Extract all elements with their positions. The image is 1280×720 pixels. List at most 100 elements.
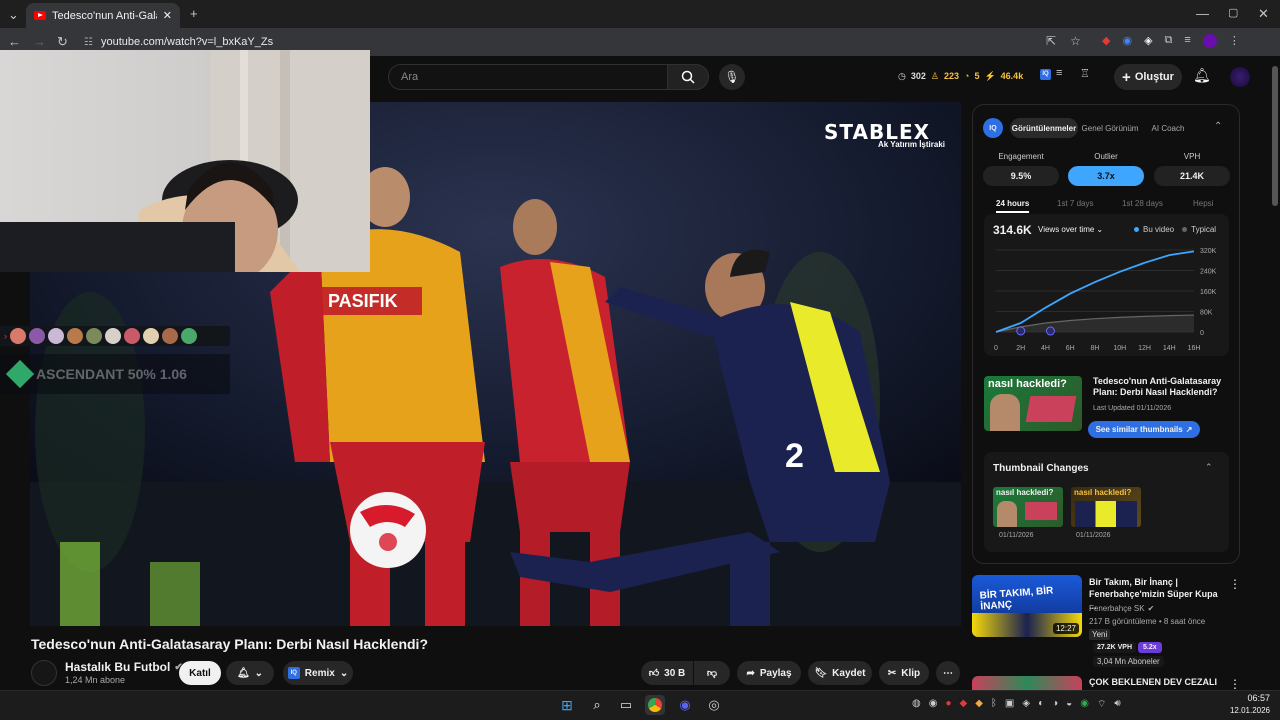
bookmark-star-icon[interactable]: ☆ xyxy=(1070,34,1081,48)
whatsapp-icon[interactable]: ◉ xyxy=(1080,698,1089,711)
back-icon[interactable]: ← xyxy=(8,34,21,49)
network-icon[interactable]: ⌔ xyxy=(1097,698,1106,711)
dislike-button[interactable]: 👎︎ xyxy=(694,661,730,685)
extension-red-icon[interactable]: ◆ xyxy=(1102,34,1110,48)
trophy-icon[interactable]: ♖ xyxy=(1080,67,1090,80)
reading-list-icon[interactable]: ≡ xyxy=(1184,34,1190,48)
extension-blue-icon[interactable]: ◉ xyxy=(1122,34,1132,48)
save-label: Kaydet xyxy=(832,667,866,679)
tray-app-icon[interactable]: ▣ xyxy=(1005,698,1014,711)
share-button[interactable]: ➦ Paylaş xyxy=(737,661,801,685)
recommendation-thumbnail[interactable] xyxy=(972,676,1082,690)
steam-icon[interactable]: ◎ xyxy=(704,695,724,715)
youtube-favicon-icon xyxy=(34,11,46,20)
period-7d[interactable]: 1st 7 days xyxy=(1057,199,1093,208)
svg-text:2: 2 xyxy=(785,437,804,475)
more-vertical-icon[interactable]: ⋮ xyxy=(1229,577,1241,591)
create-button[interactable]: + Oluştur xyxy=(1114,64,1182,90)
bell-icon: 🔔︎ xyxy=(236,667,250,679)
legend-typical: Typical xyxy=(1191,225,1217,234)
notifications-bell-icon[interactable]: 🔔︎ xyxy=(1193,67,1211,84)
thumbnail-preview[interactable]: nasıl hackledi? xyxy=(984,376,1082,431)
like-button[interactable]: 👍︎ 30 B xyxy=(641,661,693,685)
url-text: youtube.com/watch?v=l_bxKaY_Zs xyxy=(100,36,274,48)
tray-app-icon[interactable]: ◆ xyxy=(975,698,983,711)
avatar xyxy=(67,328,83,344)
voice-search-button[interactable]: 🎙 xyxy=(719,64,745,90)
legend-this-video: Bu video xyxy=(1143,225,1175,234)
search-button[interactable] xyxy=(667,64,709,90)
tray-app-icon[interactable]: ◈ xyxy=(1022,698,1030,711)
period-24h[interactable]: 24 hours xyxy=(996,199,1030,213)
tab-ai-coach[interactable]: AI Coach xyxy=(1144,118,1192,138)
channel-avatar[interactable] xyxy=(31,660,57,686)
clip-button[interactable]: ✂ Klip xyxy=(879,661,929,685)
taskbar-search-icon[interactable]: ⌕ xyxy=(587,695,607,715)
join-button[interactable]: Katıl xyxy=(179,661,221,685)
tray-app-icon[interactable]: ◆ xyxy=(960,698,968,711)
search-input[interactable]: Ara xyxy=(388,64,668,90)
x-tick-label: 2H xyxy=(1016,345,1025,352)
tray-discord-icon[interactable]: ◐ xyxy=(1038,698,1044,711)
collapse-chevron-icon[interactable]: ⌃ xyxy=(1205,462,1213,473)
filter-icon[interactable]: ≡ xyxy=(1056,67,1062,79)
forward-icon[interactable]: → xyxy=(33,34,46,49)
recommendation-thumbnail[interactable]: BİR TAKIM, BİR İNANÇ 12:27 xyxy=(972,575,1082,637)
close-window-icon[interactable]: ✕ xyxy=(1258,6,1269,22)
see-similar-label: See similar thumbnails xyxy=(1095,425,1183,434)
new-tab-icon[interactable]: + xyxy=(190,6,198,21)
see-similar-thumbnails-button[interactable]: See similar thumbnails ↗ xyxy=(1088,421,1200,438)
tab-views[interactable]: Görüntülenmeler xyxy=(1010,118,1078,138)
file-explorer-icon[interactable]: ▭ xyxy=(616,695,636,715)
vidiq-icon[interactable]: IQ xyxy=(1040,69,1051,80)
avatar xyxy=(105,328,121,344)
tab-list-icon[interactable]: ⌄ xyxy=(8,7,19,23)
menu-kebab-icon[interactable]: ⋮ xyxy=(1229,34,1240,48)
channel-name[interactable]: Hastalık Bu Futbol xyxy=(65,660,170,674)
maximize-icon[interactable]: ▢ xyxy=(1228,6,1238,19)
address-bar[interactable]: ☷ youtube.com/watch?v=l_bxKaY_Zs xyxy=(84,32,1044,52)
tab-overview[interactable]: Genel Görünüm xyxy=(1080,118,1140,138)
extensions-puzzle-icon[interactable]: ⧉ xyxy=(1165,34,1173,48)
recommendation-title[interactable]: ÇOK BEKLENEN DEV CEZALI xyxy=(1089,677,1217,687)
tray-app-icon[interactable]: ◑ xyxy=(1052,698,1058,711)
page-scrollbar[interactable] xyxy=(1272,66,1278,206)
cast-icon[interactable]: ⇱ xyxy=(1046,34,1056,48)
thumbnail-version[interactable]: nasıl hackledi? xyxy=(1071,487,1141,527)
more-actions-button[interactable]: ⋯ xyxy=(936,661,960,685)
tray-chrome-icon[interactable]: ◉ xyxy=(929,698,938,711)
timer-icon: ◔ xyxy=(964,71,970,81)
collapse-chevron-icon[interactable]: ⌃ xyxy=(1214,121,1222,132)
profile-avatar[interactable] xyxy=(1202,34,1217,48)
chrome-icon[interactable] xyxy=(645,695,665,715)
svg-text:PASIFIK: PASIFIK xyxy=(328,291,398,311)
tray-app-icon[interactable]: ◍ xyxy=(912,698,921,711)
clock-date[interactable]: 12.01.2026 xyxy=(1222,706,1270,715)
chrome-logo xyxy=(648,698,662,712)
save-button[interactable]: 🔖︎ Kaydet xyxy=(808,661,872,685)
reload-icon[interactable]: ↻ xyxy=(57,34,68,50)
views-mode-dropdown[interactable]: Views over time ⌄ xyxy=(1038,225,1103,234)
vidiq-logo: IQ xyxy=(983,118,1003,138)
recommendation-channel[interactable]: Fenerbahçe SK xyxy=(1089,604,1145,613)
volume-icon[interactable]: 🔊︎ xyxy=(1114,698,1120,711)
period-28d[interactable]: 1st 28 days xyxy=(1122,199,1163,208)
remix-button[interactable]: IQ Remix ⌄ xyxy=(283,661,353,685)
tray-record-icon[interactable]: ● xyxy=(945,698,951,711)
close-tab-icon[interactable]: ✕ xyxy=(163,9,172,22)
bluetooth-icon[interactable]: ᛒ xyxy=(991,698,997,711)
notification-bell-button[interactable]: 🔔︎ ⌄ xyxy=(226,661,274,685)
browser-tab[interactable]: Tedesco'nun Anti-Galatasaray P ✕ xyxy=(26,3,180,28)
clock-time[interactable]: 06:57 xyxy=(1228,693,1270,703)
thumbnail-text: nasıl hackledi? xyxy=(1074,488,1132,497)
thumbnail-version[interactable]: nasıl hackledi? xyxy=(993,487,1063,527)
start-windows-icon[interactable]: ⊞ xyxy=(557,695,577,715)
more-vertical-icon[interactable]: ⋮ xyxy=(1229,677,1241,691)
account-avatar[interactable] xyxy=(1230,67,1250,87)
extension-white-icon[interactable]: ◈ xyxy=(1144,34,1152,48)
period-all[interactable]: Hepsi xyxy=(1193,199,1213,208)
site-info-icon[interactable]: ☷ xyxy=(84,37,93,48)
tray-app-icon[interactable]: ◒ xyxy=(1066,698,1072,711)
minimize-icon[interactable]: — xyxy=(1196,6,1209,21)
discord-icon[interactable]: ◉ xyxy=(675,695,695,715)
